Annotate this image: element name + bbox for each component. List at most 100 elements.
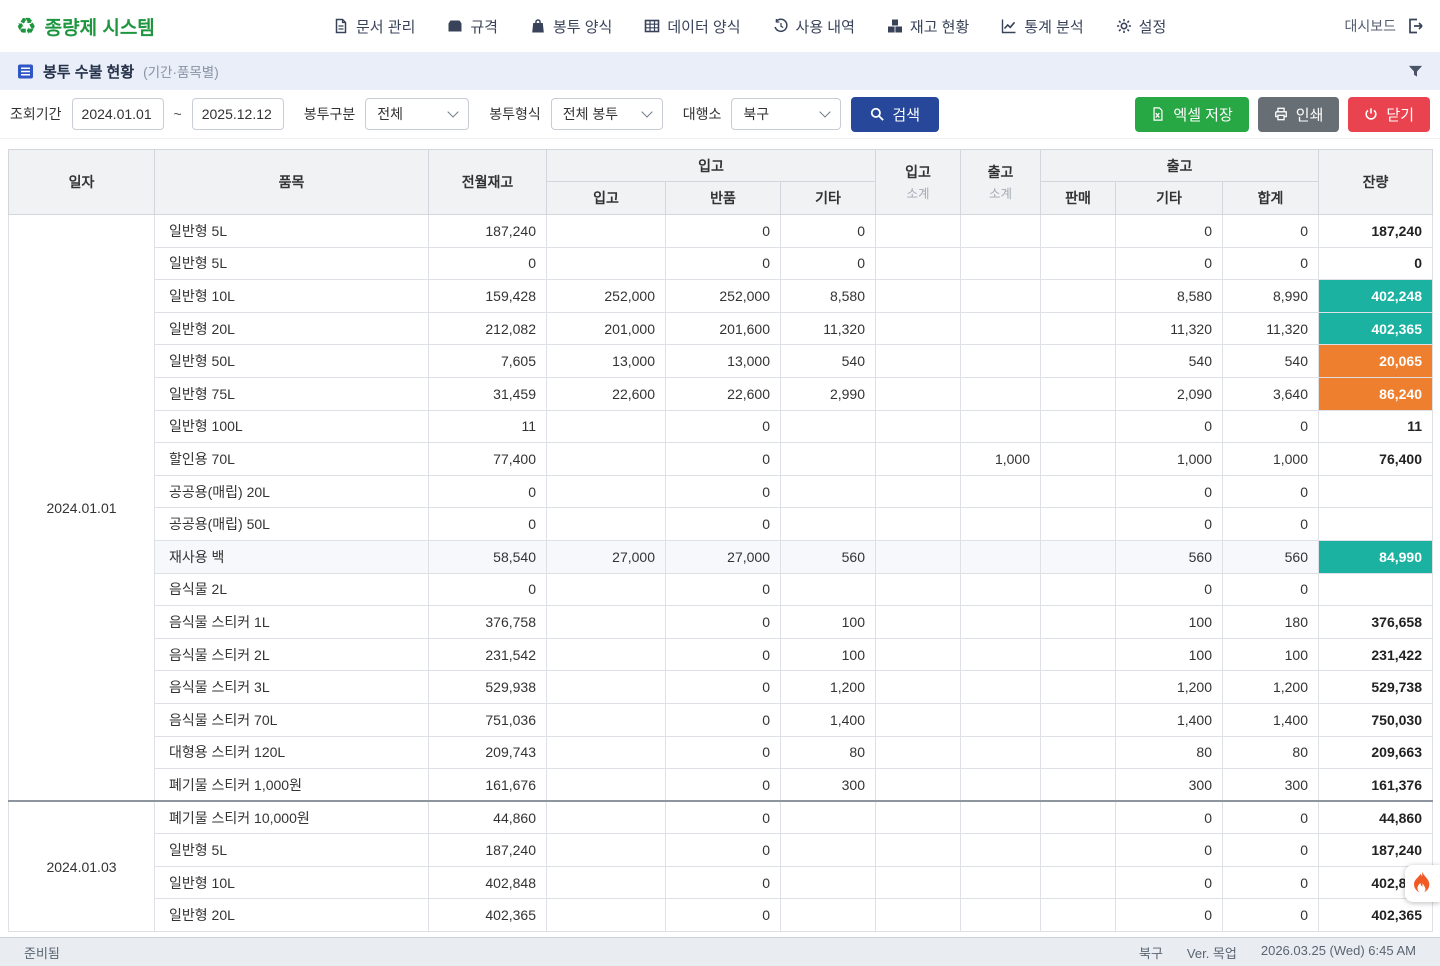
logout-icon[interactable] — [1406, 17, 1424, 35]
remain-cell: 187,240 — [1319, 834, 1433, 867]
value-cell — [961, 671, 1041, 704]
menu-item-spec[interactable]: 규격 — [447, 16, 498, 37]
agency-label: 대행소 — [683, 104, 722, 124]
item-cell: 일반형 5L — [155, 834, 429, 867]
value-cell — [961, 345, 1041, 378]
value-cell: 0 — [666, 703, 781, 736]
value-cell — [1041, 671, 1116, 704]
status-version: Ver. 목업 — [1187, 943, 1237, 962]
gear-icon — [1116, 18, 1132, 34]
top-nav: ♻ 종량제 시스템 문서 관리 규격 봉투 양식 데이터 양식 사용 내역 재고… — [0, 0, 1440, 52]
menu-label: 봉투 양식 — [553, 16, 612, 37]
value-cell — [781, 410, 876, 443]
value-cell: 0 — [1116, 899, 1223, 932]
app-brand[interactable]: ♻ 종량제 시스템 — [16, 13, 155, 40]
bag-type-select[interactable]: 전체 — [365, 98, 469, 130]
value-cell — [781, 801, 876, 834]
value-cell — [961, 247, 1041, 280]
value-cell: 2,990 — [781, 377, 876, 410]
menu-label: 설정 — [1139, 16, 1167, 37]
value-cell — [961, 475, 1041, 508]
status-bar: 준비됨 북구 Ver. 목업 2026.03.25 (Wed) 6:45 AM — [0, 937, 1440, 966]
date-from-input[interactable] — [72, 98, 164, 130]
table-header: 일자 품목 전월재고 입고 입고 소계 출고 소계 출고 잔량 입고 반품 기타 — [9, 150, 1433, 215]
value-cell: 8,990 — [1223, 280, 1319, 313]
value-cell — [1041, 801, 1116, 834]
value-cell: 0 — [1223, 247, 1319, 280]
value-cell: 8,580 — [781, 280, 876, 313]
menu-item-data-format[interactable]: 데이터 양식 — [644, 16, 740, 37]
flame-icon — [1412, 872, 1433, 896]
value-cell — [961, 573, 1041, 606]
value-cell: 0 — [666, 834, 781, 867]
table-grid-icon — [644, 18, 660, 34]
value-cell: 1,400 — [1223, 703, 1319, 736]
menu-label: 통계 분석 — [1024, 16, 1083, 37]
filter-icon[interactable] — [1408, 64, 1423, 79]
value-cell — [876, 606, 961, 639]
value-cell: 0 — [666, 801, 781, 834]
table-row: 일반형 5L000000 — [9, 247, 1433, 280]
remain-cell: 0 — [1319, 247, 1433, 280]
item-cell: 일반형 100L — [155, 410, 429, 443]
menu-item-inventory[interactable]: 재고 현황 — [887, 16, 969, 37]
boxes-icon — [887, 18, 903, 34]
value-cell: 0 — [1116, 215, 1223, 248]
value-cell — [1041, 410, 1116, 443]
menu-item-bag-format[interactable]: 봉투 양식 — [530, 16, 612, 37]
item-cell: 일반형 20L — [155, 312, 429, 345]
close-button[interactable]: 닫기 — [1348, 97, 1430, 132]
value-cell — [876, 247, 961, 280]
app-title: 종량제 시스템 — [45, 13, 155, 40]
print-button[interactable]: 인쇄 — [1258, 97, 1340, 132]
value-cell: 0 — [1116, 410, 1223, 443]
agency-select[interactable]: 북구 — [731, 98, 841, 130]
debugbar-toggle[interactable] — [1405, 865, 1440, 902]
value-cell: 540 — [1223, 345, 1319, 378]
menu-item-settings[interactable]: 설정 — [1116, 16, 1167, 37]
table-row: 음식물 스티커 3L529,93801,2001,2001,200529,738 — [9, 671, 1433, 704]
date-to-input[interactable] — [192, 98, 284, 130]
value-cell: 0 — [1223, 866, 1319, 899]
value-cell — [547, 410, 666, 443]
item-cell: 일반형 75L — [155, 377, 429, 410]
box-icon — [447, 18, 463, 34]
header-in-subtotal-sub: 소계 — [876, 183, 960, 202]
value-cell: 0 — [1223, 834, 1319, 867]
value-cell — [547, 866, 666, 899]
value-cell: 58,540 — [429, 540, 547, 573]
value-cell — [876, 410, 961, 443]
value-cell — [876, 280, 961, 313]
table-row: 일반형 100L1100011 — [9, 410, 1433, 443]
value-cell — [876, 443, 961, 476]
value-cell: 161,676 — [429, 769, 547, 802]
value-cell: 0 — [666, 866, 781, 899]
value-cell — [876, 703, 961, 736]
value-cell: 0 — [666, 508, 781, 541]
value-cell — [876, 573, 961, 606]
search-button[interactable]: 검색 — [851, 97, 939, 132]
report-table-wrap: 일자 품목 전월재고 입고 입고 소계 출고 소계 출고 잔량 입고 반품 기타 — [8, 149, 1432, 932]
dashboard-link[interactable]: 대시보드 — [1344, 16, 1396, 36]
value-cell: 231,542 — [429, 638, 547, 671]
power-icon — [1364, 107, 1378, 121]
bag-type-value: 전체 — [377, 104, 403, 124]
status-datetime: 2026.03.25 (Wed) 6:45 AM — [1261, 943, 1416, 962]
value-cell: 0 — [1116, 247, 1223, 280]
menu-item-documents[interactable]: 문서 관리 — [333, 16, 415, 37]
value-cell — [876, 475, 961, 508]
header-item: 품목 — [155, 150, 429, 215]
header-remain: 잔량 — [1319, 150, 1433, 215]
menu-item-statistics[interactable]: 통계 분석 — [1001, 16, 1083, 37]
menu-item-usage-history[interactable]: 사용 내역 — [773, 16, 855, 37]
value-cell — [876, 671, 961, 704]
value-cell: 0 — [666, 573, 781, 606]
value-cell: 1,400 — [781, 703, 876, 736]
value-cell: 1,000 — [1223, 443, 1319, 476]
bag-format-select[interactable]: 전체 봉투 — [551, 98, 663, 130]
excel-save-button[interactable]: 엑셀 저장 — [1135, 97, 1248, 132]
value-cell: 1,000 — [961, 443, 1041, 476]
menu-label: 규격 — [470, 16, 498, 37]
value-cell: 252,000 — [547, 280, 666, 313]
filter-bar: 조회기간 ~ 봉투구분 전체 봉투형식 전체 봉투 대행소 북구 검색 엑셀 저… — [0, 90, 1440, 139]
